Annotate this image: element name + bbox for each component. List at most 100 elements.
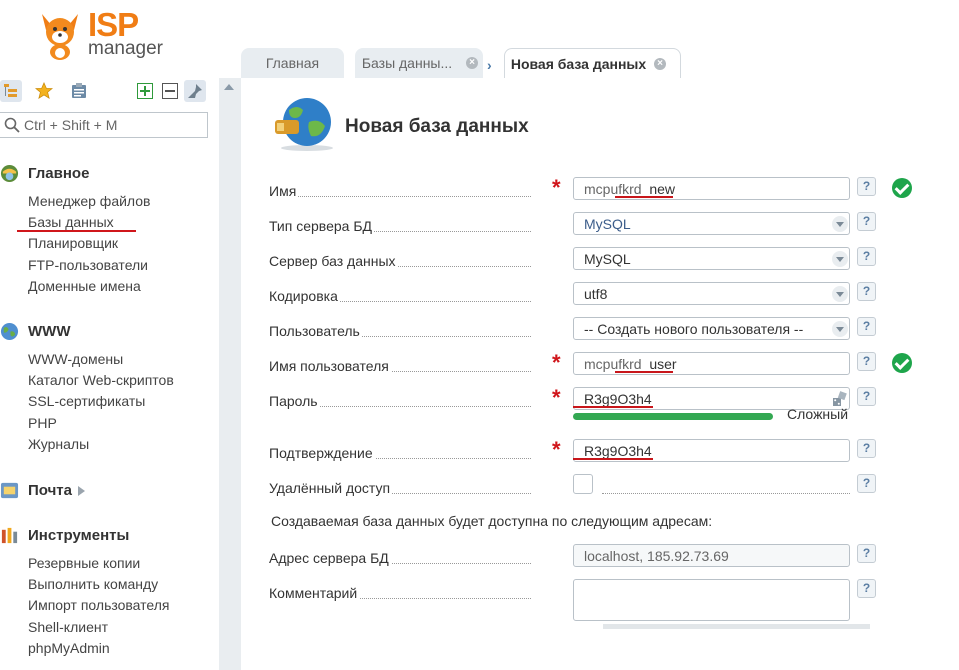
chevron-down-icon[interactable]	[832, 216, 848, 232]
chevron-right-icon	[78, 486, 85, 496]
menu-item-file-manager[interactable]: Менеджер файлов	[28, 191, 219, 212]
remote-access-checkbox[interactable]	[573, 474, 593, 494]
menu-item-scheduler[interactable]: Планировщик	[28, 233, 219, 254]
row-name: Имя * mcpufkrd_new ?	[269, 175, 959, 207]
db-server-select[interactable]: MySQL	[573, 247, 850, 270]
logo-word-manager: manager	[88, 38, 163, 59]
db-address-label: Адрес сервера БД	[269, 548, 391, 568]
help-icon[interactable]: ?	[857, 439, 876, 458]
clipboard-button[interactable]	[68, 80, 90, 102]
remote-access-label: Удалённый доступ	[269, 478, 393, 498]
help-icon[interactable]: ?	[857, 579, 876, 598]
chevron-down-icon[interactable]	[832, 321, 848, 337]
mail-icon	[0, 482, 19, 499]
comment-label: Комментарий	[269, 583, 360, 603]
pin-sidebar-button[interactable]	[184, 80, 206, 102]
tab-home[interactable]: Главная	[241, 48, 344, 78]
menu-item-import-user[interactable]: Импорт пользователя	[28, 595, 219, 616]
sidebar-collapse-bar[interactable]	[219, 78, 241, 670]
close-icon[interactable]: ×	[466, 57, 478, 69]
help-icon[interactable]: ?	[857, 177, 876, 196]
required-asterisk: *	[552, 437, 561, 462]
search-icon	[4, 117, 20, 133]
help-icon[interactable]: ?	[857, 544, 876, 563]
password-strength-bar	[573, 413, 773, 420]
section-main-header[interactable]: Главное	[0, 162, 219, 186]
sidebar: Главное Менеджер файлов Базы данных План…	[0, 72, 219, 670]
expand-all-button[interactable]	[134, 80, 156, 102]
row-confirm: Подтверждение * R3g9O3h4 ?	[269, 437, 959, 469]
help-icon[interactable]: ?	[857, 474, 876, 493]
help-icon[interactable]: ?	[857, 387, 876, 406]
encoding-select[interactable]: utf8	[573, 282, 850, 305]
menu-item-backups[interactable]: Резервные копии	[28, 553, 219, 574]
confirm-value: R3g9O3h4	[584, 443, 652, 459]
databases-highlight-underline	[17, 230, 136, 232]
chevron-down-icon[interactable]	[832, 286, 848, 302]
help-icon[interactable]: ?	[857, 317, 876, 336]
section-mail: Почта	[0, 479, 219, 503]
section-tools-header[interactable]: Инструменты	[0, 524, 219, 548]
menu-item-web-scripts[interactable]: Каталог Web-скриптов	[28, 370, 219, 391]
tab-databases-label: Базы данны...	[361, 55, 453, 71]
name-value: new	[649, 181, 676, 197]
collapse-arrow-icon	[224, 84, 234, 90]
menu-item-php[interactable]: PHP	[28, 413, 219, 434]
menu-item-shell-client[interactable]: Shell-клиент	[28, 617, 219, 638]
tab-new-database[interactable]: Новая база данных ×	[504, 48, 681, 78]
row-db-server: Сервер баз данных MySQL ?	[269, 247, 959, 277]
menu-item-phpmyadmin[interactable]: phpMyAdmin	[28, 638, 219, 659]
password-label: Пароль	[269, 391, 320, 411]
encoding-label: Кодировка	[269, 286, 340, 306]
required-asterisk: *	[552, 175, 561, 200]
horizontal-scrollbar[interactable]	[603, 624, 870, 629]
tab-bar: Главная Базы данны... × › Новая база дан…	[241, 48, 959, 78]
username-value-underline	[615, 371, 673, 373]
section-www: WWW WWW-домены Каталог Web-скриптов SSL-…	[0, 320, 219, 455]
check-ok-icon	[892, 178, 912, 198]
menu-search-input[interactable]	[24, 116, 202, 134]
row-db-address: Адрес сервера БД localhost, 185.92.73.69…	[269, 544, 959, 574]
server-type-select[interactable]: MySQL	[573, 212, 850, 235]
globe-icon	[0, 322, 19, 341]
required-asterisk: *	[552, 350, 561, 375]
db-address-field: localhost, 185.92.73.69	[573, 544, 850, 567]
menu-item-logs[interactable]: Журналы	[28, 434, 219, 455]
name-value-underline	[615, 196, 673, 198]
menu-search	[0, 112, 208, 138]
tab-databases[interactable]: Базы данны... ×	[355, 48, 483, 78]
menu-item-ftp-users[interactable]: FTP-пользователи	[28, 255, 219, 276]
section-main-title: Главное	[28, 165, 90, 182]
row-encoding: Кодировка utf8 ?	[269, 282, 959, 312]
user-select[interactable]: -- Создать нового пользователя --	[573, 317, 850, 340]
plus-box-icon	[137, 83, 153, 99]
tree-list-icon	[4, 84, 17, 97]
help-icon[interactable]: ?	[857, 212, 876, 231]
check-ok-icon	[892, 353, 912, 373]
username-prefix: mcpufkrd_	[584, 356, 650, 372]
menu-item-domain-names[interactable]: Доменные имена	[28, 276, 219, 297]
close-icon[interactable]: ×	[654, 58, 666, 70]
help-icon[interactable]: ?	[857, 282, 876, 301]
help-icon[interactable]: ?	[857, 247, 876, 266]
comment-textarea[interactable]	[573, 579, 850, 621]
section-mail-header[interactable]: Почта	[0, 479, 219, 503]
tree-view-button[interactable]	[0, 80, 22, 102]
menu-item-www-domains[interactable]: WWW-домены	[28, 349, 219, 370]
password-strength-label: Сложный	[787, 406, 849, 422]
tools-icon	[1, 527, 18, 544]
isp-manager-logo[interactable]: ISP manager	[34, 6, 184, 64]
favorites-button[interactable]	[33, 80, 55, 102]
collapse-all-button[interactable]	[159, 80, 181, 102]
section-www-header[interactable]: WWW	[0, 320, 219, 344]
section-mail-title: Почта	[28, 482, 72, 499]
row-user: Пользователь -- Создать нового пользоват…	[269, 317, 959, 347]
name-prefix: mcpufkrd_	[584, 181, 650, 197]
username-label: Имя пользователя	[269, 356, 391, 376]
menu-item-run-command[interactable]: Выполнить команду	[28, 574, 219, 595]
encoding-value: utf8	[584, 286, 608, 302]
username-value: user	[649, 356, 677, 372]
help-icon[interactable]: ?	[857, 352, 876, 371]
chevron-down-icon[interactable]	[832, 251, 848, 267]
menu-item-ssl-certificates[interactable]: SSL-сертификаты	[28, 391, 219, 412]
